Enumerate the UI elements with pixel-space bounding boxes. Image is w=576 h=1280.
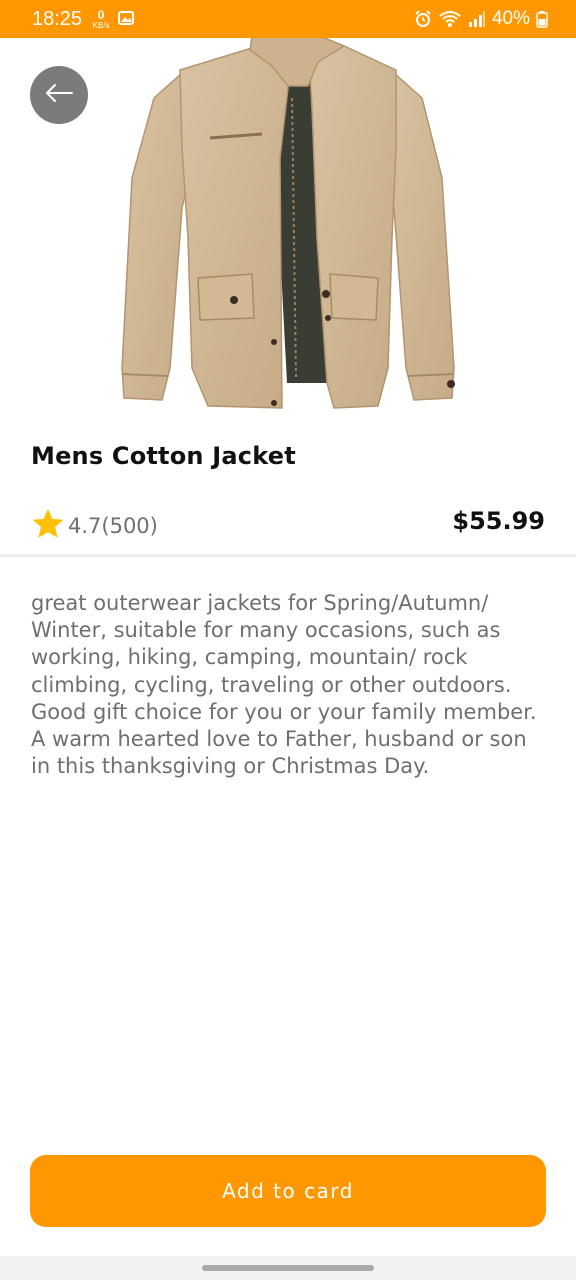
arrow-left-icon xyxy=(44,83,74,107)
home-indicator[interactable] xyxy=(202,1265,374,1271)
network-speed-value: 0 xyxy=(98,9,105,21)
wifi-icon xyxy=(438,10,462,28)
back-button[interactable] xyxy=(30,66,88,124)
status-bar: 18:25 0 KB/s xyxy=(0,0,576,38)
network-speed-indicator: 0 KB/s xyxy=(90,9,112,31)
add-to-cart-button[interactable]: Add to card xyxy=(30,1155,546,1227)
battery-text: 40% xyxy=(492,8,530,30)
status-time: 18:25 xyxy=(32,8,82,30)
product-description: great outerwear jackets for Spring/Autum… xyxy=(31,590,551,780)
rating-value: 4.7(500) xyxy=(68,514,158,538)
product-title: Mens Cotton Jacket xyxy=(31,442,296,470)
jacket-image xyxy=(112,38,464,410)
signal-icon xyxy=(468,10,486,28)
status-right-group: 40% xyxy=(414,8,548,30)
battery-icon xyxy=(536,10,548,28)
gallery-icon xyxy=(118,11,134,25)
product-detail-screen: 18:25 0 KB/s xyxy=(0,0,576,1280)
product-price: $55.99 xyxy=(452,507,545,535)
divider xyxy=(0,554,576,557)
rating-row: 4.7(500) xyxy=(30,506,158,546)
alarm-icon xyxy=(414,10,432,28)
star-icon xyxy=(30,506,66,546)
network-speed-unit: KB/s xyxy=(93,21,110,30)
